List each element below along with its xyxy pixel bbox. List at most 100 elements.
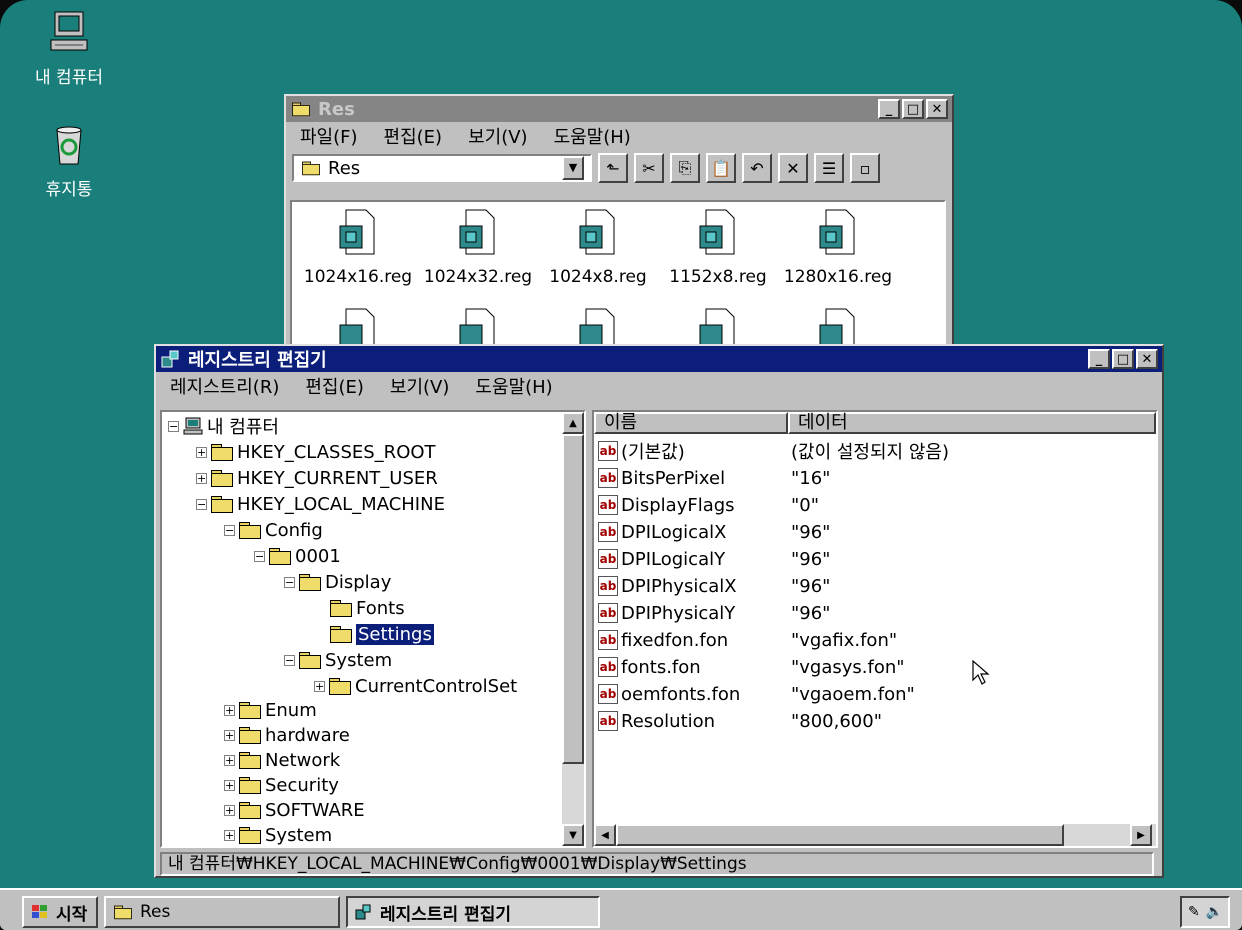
folder-icon: [299, 652, 321, 669]
regedit-titlebar[interactable]: 레지스트리 편집기 _ □ ✕: [156, 346, 1162, 372]
value-row[interactable]: ab DPIPhysicalX "96": [598, 573, 830, 599]
tree-node[interactable]: + Enum: [224, 698, 317, 722]
tree-node[interactable]: + HKEY_CURRENT_USER: [196, 466, 438, 490]
tree-node[interactable]: − System: [284, 648, 392, 672]
properties-button[interactable]: ☰: [814, 153, 844, 183]
view-button[interactable]: ▫: [850, 153, 880, 183]
up-folder-button[interactable]: ⬑: [598, 153, 628, 183]
tree-node[interactable]: + hardware: [224, 723, 350, 747]
minimize-button[interactable]: _: [878, 99, 900, 119]
file-name: 1024x32.reg: [423, 267, 533, 287]
value-row[interactable]: ab fixedfon.fon "vgafix.fon": [598, 627, 897, 653]
file-item[interactable]: 1152x8.reg: [658, 208, 778, 287]
expand-icon[interactable]: +: [224, 829, 235, 841]
expand-icon[interactable]: +: [224, 729, 235, 741]
collapse-icon[interactable]: −: [284, 654, 295, 666]
scroll-thumb[interactable]: [616, 824, 1064, 846]
cut-button[interactable]: ✂: [634, 153, 664, 183]
expand-icon[interactable]: +: [224, 754, 235, 766]
maximize-button[interactable]: □: [1112, 349, 1134, 369]
expand-icon[interactable]: +: [196, 472, 207, 484]
value-data: "16": [791, 467, 831, 489]
menu-view[interactable]: 보기(V): [468, 123, 527, 149]
expand-icon[interactable]: +: [224, 779, 235, 791]
tree-node[interactable]: − Config: [224, 518, 323, 542]
tree-node[interactable]: + CurrentControlSet: [314, 674, 517, 698]
desktop-icon-recycle-bin[interactable]: 휴지통: [24, 122, 114, 200]
collapse-icon[interactable]: −: [168, 420, 179, 432]
tree-node[interactable]: − Display: [284, 570, 391, 594]
string-value-icon: ab: [598, 468, 618, 488]
value-row[interactable]: ab DisplayFlags "0": [598, 492, 819, 518]
string-value-icon: ab: [598, 576, 618, 596]
chevron-down-icon[interactable]: ▼: [562, 156, 584, 180]
tree-node[interactable]: − HKEY_LOCAL_MACHINE: [196, 492, 445, 516]
menu-registry[interactable]: 레지스트리(R): [170, 373, 279, 399]
start-button[interactable]: 시작: [22, 896, 98, 928]
scroll-right-button[interactable]: ▶: [1130, 824, 1152, 846]
undo-button[interactable]: ↶: [742, 153, 772, 183]
folder-icon: [211, 470, 233, 487]
res-window-titlebar[interactable]: Res _ □ ✕: [286, 96, 952, 122]
desktop-icon-label: 휴지통: [45, 180, 93, 200]
value-row[interactable]: ab oemfonts.fon "vgaoem.fon": [598, 681, 915, 707]
tree-node[interactable]: + SOFTWARE: [224, 798, 365, 822]
paste-button[interactable]: 📋: [706, 153, 736, 183]
taskbar-button-regedit[interactable]: 레지스트리 편집기: [346, 896, 600, 928]
column-header-data[interactable]: 데이터: [788, 412, 1156, 434]
scroll-up-button[interactable]: ▲: [562, 412, 584, 434]
tree-node-selected[interactable]: Settings: [330, 622, 434, 646]
tree-node[interactable]: Fonts: [330, 596, 405, 620]
taskbar-button-res[interactable]: Res: [104, 896, 340, 928]
tree-node[interactable]: + System: [224, 823, 332, 846]
value-row[interactable]: ab DPIPhysicalY "96": [598, 600, 830, 626]
file-item[interactable]: 1024x8.reg: [538, 208, 658, 287]
value-row[interactable]: ab fonts.fon "vgasys.fon": [598, 654, 905, 680]
file-item[interactable]: 1024x32.reg: [418, 208, 538, 287]
value-row[interactable]: ab Resolution "800,600": [598, 708, 882, 734]
column-header-name[interactable]: 이름: [594, 412, 788, 434]
expand-icon[interactable]: +: [224, 804, 235, 816]
tree-node[interactable]: + Security: [224, 773, 339, 797]
tree-label: Security: [265, 774, 339, 796]
tree-label: 0001: [295, 545, 341, 567]
collapse-icon[interactable]: −: [254, 550, 265, 562]
close-button[interactable]: ✕: [926, 99, 948, 119]
collapse-icon[interactable]: −: [224, 524, 235, 536]
tree-node[interactable]: − 0001: [254, 544, 341, 568]
folder-icon: [114, 905, 132, 920]
delete-button[interactable]: ✕: [778, 153, 808, 183]
file-item[interactable]: 1280x16.reg: [778, 208, 898, 287]
volume-icon[interactable]: 🔈: [1206, 904, 1223, 920]
maximize-button[interactable]: □: [902, 99, 924, 119]
collapse-icon[interactable]: −: [196, 498, 207, 510]
value-row[interactable]: ab BitsPerPixel "16": [598, 465, 830, 491]
close-button[interactable]: ✕: [1136, 349, 1158, 369]
copy-button[interactable]: ⎘: [670, 153, 700, 183]
value-row[interactable]: ab (기본값) (값이 설정되지 않음): [598, 438, 949, 464]
menu-help[interactable]: 도움말(H): [554, 123, 631, 149]
menu-help[interactable]: 도움말(H): [475, 373, 552, 399]
scroll-down-button[interactable]: ▼: [562, 824, 584, 846]
value-row[interactable]: ab DPILogicalY "96": [598, 546, 830, 572]
file-item[interactable]: 1024x16.reg: [298, 208, 418, 287]
tree-node[interactable]: + Network: [224, 748, 340, 772]
ime-icon[interactable]: ✎: [1188, 904, 1200, 920]
tree-node[interactable]: + HKEY_CLASSES_ROOT: [196, 440, 436, 464]
expand-icon[interactable]: +: [314, 680, 325, 692]
menu-edit[interactable]: 편집(E): [384, 123, 443, 149]
regedit-icon: [161, 350, 179, 368]
desktop-icon-my-computer[interactable]: 내 컴퓨터: [24, 10, 114, 88]
scroll-thumb[interactable]: [562, 434, 584, 764]
minimize-button[interactable]: _: [1088, 349, 1110, 369]
expand-icon[interactable]: +: [224, 704, 235, 716]
expand-icon[interactable]: +: [196, 446, 207, 458]
address-combo[interactable]: Res ▼: [292, 154, 592, 182]
menu-edit[interactable]: 편집(E): [305, 373, 364, 399]
menu-view[interactable]: 보기(V): [390, 373, 449, 399]
menu-file[interactable]: 파일(F): [300, 123, 358, 149]
scroll-left-button[interactable]: ◀: [594, 824, 616, 846]
collapse-icon[interactable]: −: [284, 576, 295, 588]
tree-node-root[interactable]: − 내 컴퓨터: [168, 414, 279, 438]
value-row[interactable]: ab DPILogicalX "96": [598, 519, 830, 545]
